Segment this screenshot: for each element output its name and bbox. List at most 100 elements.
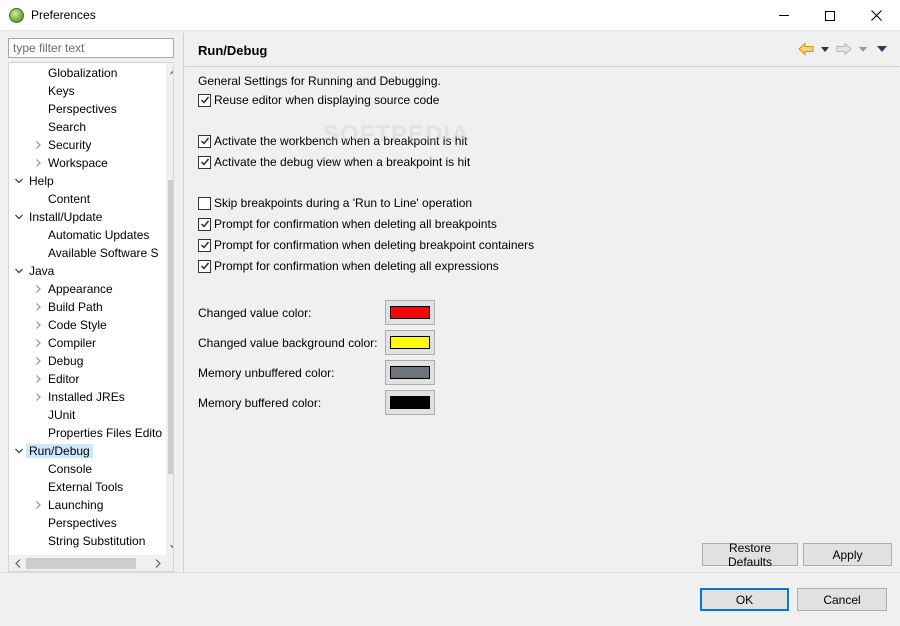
tree-item[interactable]: Content [9, 190, 159, 208]
tree-item[interactable]: Compiler [9, 334, 159, 352]
back-history-dropdown[interactable] [821, 41, 829, 57]
checkbox-option[interactable]: Reuse editor when displaying source code [198, 92, 439, 108]
checkbox-option[interactable]: Activate the debug view when a breakpoin… [198, 154, 470, 170]
tree-item[interactable]: External Tools [9, 478, 159, 496]
checkbox-checked[interactable] [198, 93, 211, 107]
minimize-icon [779, 15, 789, 16]
expanded-chevron-icon[interactable] [14, 212, 24, 222]
tree-item[interactable]: String Substitution [9, 532, 159, 550]
color-label: Memory unbuffered color: [198, 366, 335, 380]
checkbox-checked[interactable] [198, 134, 211, 148]
tree-item-label: Launching [48, 498, 104, 512]
restore-defaults-button[interactable]: Restore Defaults [702, 541, 798, 569]
filter-input[interactable] [8, 38, 174, 58]
collapsed-chevron-icon[interactable] [33, 338, 43, 348]
eclipse-app-icon [9, 8, 24, 23]
checkbox-checked[interactable] [198, 155, 211, 169]
maximize-button[interactable] [807, 0, 853, 31]
expanded-chevron-icon[interactable] [14, 446, 24, 456]
scroll-right-arrow[interactable] [149, 555, 166, 571]
cancel-button[interactable]: Cancel [797, 588, 887, 611]
tree-vertical-scrollbar[interactable] [166, 63, 173, 555]
tree-item[interactable]: Editor [9, 370, 159, 388]
tree-item[interactable]: Build Path [9, 298, 159, 316]
checkbox-checked[interactable] [198, 238, 211, 252]
tree-item[interactable]: Search [9, 118, 159, 136]
close-button[interactable] [853, 0, 899, 31]
forward-button[interactable] [836, 41, 852, 57]
scroll-left-arrow[interactable] [9, 555, 26, 571]
tree-item-label: Globalization [48, 66, 118, 80]
maximize-icon [825, 10, 835, 21]
checkbox-option[interactable]: Activate the workbench when a breakpoint… [198, 133, 467, 149]
checkbox-option[interactable]: Prompt for confirmation when deleting al… [198, 216, 497, 232]
tree-item[interactable]: Installed JREs [9, 388, 159, 406]
tree-item[interactable]: Globalization [9, 64, 159, 82]
checkmark-icon [200, 241, 209, 249]
window-title: Preferences [31, 8, 96, 22]
tree-item[interactable]: Automatic Updates [9, 226, 159, 244]
view-menu-button[interactable] [877, 41, 887, 57]
tree-item[interactable]: Perspectives [9, 514, 159, 532]
collapsed-chevron-icon[interactable] [33, 284, 43, 294]
color-swatch [390, 366, 430, 379]
tree-item-label: Install/Update [29, 210, 103, 224]
expanded-chevron-icon[interactable] [14, 266, 24, 276]
collapsed-chevron-icon[interactable] [33, 140, 43, 150]
color-swatch [390, 306, 430, 319]
collapsed-chevron-icon[interactable] [33, 392, 43, 402]
scroll-down-arrow[interactable] [166, 538, 173, 555]
tree-item[interactable]: Code Style [9, 316, 159, 334]
pane-splitter[interactable] [183, 33, 184, 572]
checkmark-icon [200, 220, 209, 228]
collapsed-chevron-icon[interactable] [33, 320, 43, 330]
checkbox-checked[interactable] [198, 259, 211, 273]
collapsed-chevron-icon[interactable] [33, 158, 43, 168]
color-picker-button[interactable] [385, 360, 435, 385]
checkbox-unchecked[interactable] [198, 196, 211, 210]
tree-item[interactable]: Help [9, 172, 159, 190]
minimize-button[interactable] [761, 0, 807, 31]
tree-item[interactable]: Install/Update [9, 208, 159, 226]
checkbox-option[interactable]: Prompt for confirmation when deleting br… [198, 237, 534, 253]
tree-item-label: Appearance [48, 282, 113, 296]
collapsed-chevron-icon[interactable] [33, 356, 43, 366]
tree-horizontal-scrollbar[interactable] [9, 555, 166, 571]
tree-item[interactable]: Launching [9, 496, 159, 514]
tree-item-label: Help [29, 174, 54, 188]
title-separator [185, 66, 899, 67]
collapsed-chevron-icon[interactable] [33, 374, 43, 384]
tree-item[interactable]: Workspace [9, 154, 159, 172]
tree-vertical-thumb[interactable] [168, 180, 173, 474]
tree-item[interactable]: Perspectives [9, 100, 159, 118]
checkbox-option[interactable]: Skip breakpoints during a 'Run to Line' … [198, 195, 472, 211]
color-picker-button[interactable] [385, 390, 435, 415]
tree-item[interactable]: Properties Files Edito [9, 424, 162, 442]
tree-item[interactable]: Java [9, 262, 159, 280]
color-picker-button[interactable] [385, 330, 435, 355]
checkbox-option[interactable]: Prompt for confirmation when deleting al… [198, 258, 499, 274]
tree-item[interactable]: Debug [9, 352, 159, 370]
tree-item[interactable]: Security [9, 136, 159, 154]
tree-item-label: Automatic Updates [48, 228, 150, 242]
tree-item[interactable]: Keys [9, 82, 159, 100]
color-swatch [390, 396, 430, 409]
apply-button[interactable]: Apply [803, 543, 892, 566]
collapsed-chevron-icon[interactable] [33, 500, 43, 510]
tree-horizontal-thumb[interactable] [26, 558, 136, 569]
tree-item[interactable]: Run/Debug [9, 442, 159, 460]
checkbox-checked[interactable] [198, 217, 211, 231]
tree-item[interactable]: Available Software S [9, 244, 159, 262]
tree-item[interactable]: Console [9, 460, 159, 478]
tree-item[interactable]: Appearance [9, 280, 159, 298]
collapsed-chevron-icon[interactable] [33, 302, 43, 312]
scroll-up-arrow[interactable] [166, 63, 173, 80]
forward-history-dropdown[interactable] [859, 41, 867, 57]
back-button[interactable] [798, 41, 814, 57]
ok-button[interactable]: OK [700, 588, 789, 611]
expanded-chevron-icon[interactable] [14, 176, 24, 186]
color-picker-button[interactable] [385, 300, 435, 325]
tree-item[interactable]: JUnit [9, 406, 159, 424]
tree-item-label: Search [48, 120, 87, 134]
dropdown-arrow-icon [821, 46, 829, 52]
